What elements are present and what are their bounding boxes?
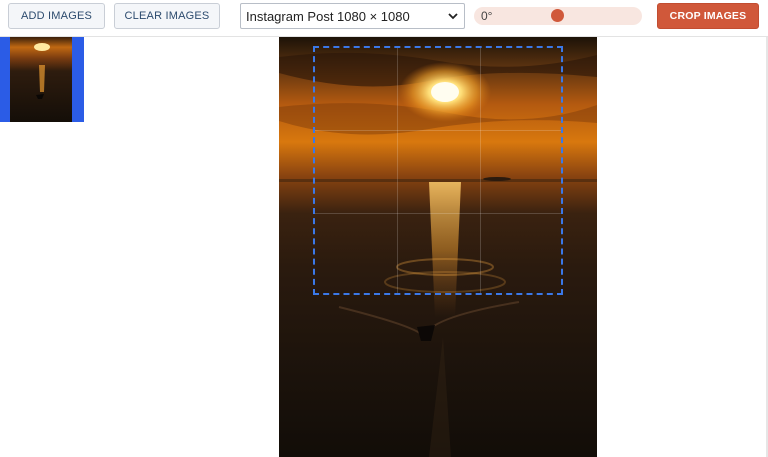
crop-preset-value: Instagram Post 1080 × 1080 <box>246 8 410 24</box>
crop-grid-line <box>315 213 561 214</box>
crop-stage <box>0 37 768 457</box>
image-thumbnail-list <box>0 37 84 122</box>
toolbar: ADD IMAGES CLEAR IMAGES Instagram Post 1… <box>0 0 768 37</box>
chevron-down-icon <box>448 13 458 20</box>
crop-grid-line <box>480 48 481 293</box>
crop-grid-line <box>397 48 398 293</box>
image-thumbnail-selected[interactable] <box>0 37 84 122</box>
rotation-slider-handle[interactable] <box>551 9 564 22</box>
add-images-button[interactable]: ADD IMAGES <box>8 3 105 29</box>
rotation-slider[interactable]: 0° <box>474 7 642 25</box>
thumbnail-image <box>10 37 72 122</box>
crop-grid-line <box>315 130 561 131</box>
crop-preset-select[interactable]: Instagram Post 1080 × 1080 <box>240 3 465 29</box>
clear-images-button[interactable]: CLEAR IMAGES <box>114 3 220 29</box>
crop-selection-box[interactable] <box>313 46 563 295</box>
rotation-value: 0° <box>481 9 493 23</box>
crop-images-button[interactable]: CROP IMAGES <box>657 3 759 29</box>
crop-app: ADD IMAGES CLEAR IMAGES Instagram Post 1… <box>0 0 768 457</box>
